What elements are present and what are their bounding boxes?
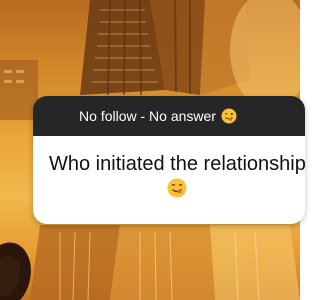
question-sticker[interactable]: No follow - No answer Who initiated the … xyxy=(33,96,305,224)
face-savoring-food-icon xyxy=(167,178,187,198)
sticker-header: No follow - No answer xyxy=(33,96,305,136)
question-text: Who initiated the relationship? xyxy=(49,153,305,175)
sticker-body: Who initiated the relationship? xyxy=(33,136,305,224)
header-label: No follow - No answer xyxy=(79,108,216,124)
winking-face-with-tongue-icon xyxy=(221,108,237,124)
